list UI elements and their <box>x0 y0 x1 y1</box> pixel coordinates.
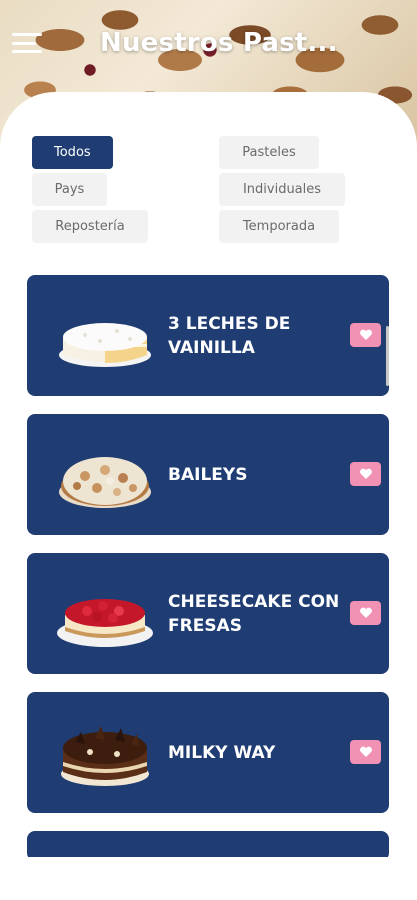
filter-chip-reposteria[interactable]: Repostería <box>32 210 148 243</box>
product-card[interactable]: MILKY WAY <box>27 692 389 813</box>
favorite-button[interactable] <box>350 323 381 347</box>
filter-chip-todos[interactable]: Todos <box>32 136 113 169</box>
product-name: 3 LECHES DE VAINILLA <box>168 313 291 358</box>
heart-icon <box>359 746 372 757</box>
product-name: CHEESECAKE CON FRESAS <box>168 591 340 636</box>
product-card[interactable]: 3 LECHES DE VAINILLA <box>27 275 389 396</box>
heart-icon <box>359 468 372 479</box>
filter-chip-pays[interactable]: Pays <box>32 173 107 206</box>
product-card[interactable]: CHEESECAKE CON FRESAS <box>27 553 389 674</box>
page-title: Nuestros Past... <box>100 28 338 58</box>
product-list[interactable]: 3 LECHES DE VAINILLA BAILEYS CHEESECAKE … <box>27 275 389 857</box>
scrollbar[interactable] <box>386 326 389 386</box>
product-name: BAILEYS <box>168 464 248 485</box>
product-card[interactable]: BAILEYS <box>27 414 389 535</box>
favorite-button[interactable] <box>350 740 381 764</box>
filter-chip-pasteles[interactable]: Pasteles <box>219 136 319 169</box>
product-card[interactable] <box>27 831 389 857</box>
tres-leches-cake-image <box>59 323 151 367</box>
filter-chip-temporada[interactable]: Temporada <box>219 210 339 243</box>
product-name: MILKY WAY <box>168 742 276 763</box>
milky-way-cake-image <box>61 726 149 786</box>
hamburger-menu-icon[interactable] <box>12 33 42 53</box>
baileys-pie-image <box>59 457 151 508</box>
strawberry-cheesecake-image <box>57 599 153 647</box>
favorite-button[interactable] <box>350 601 381 625</box>
heart-icon <box>359 329 372 340</box>
heart-icon <box>359 607 372 618</box>
favorite-button[interactable] <box>350 462 381 486</box>
filter-chip-individuales[interactable]: Individuales <box>219 173 345 206</box>
